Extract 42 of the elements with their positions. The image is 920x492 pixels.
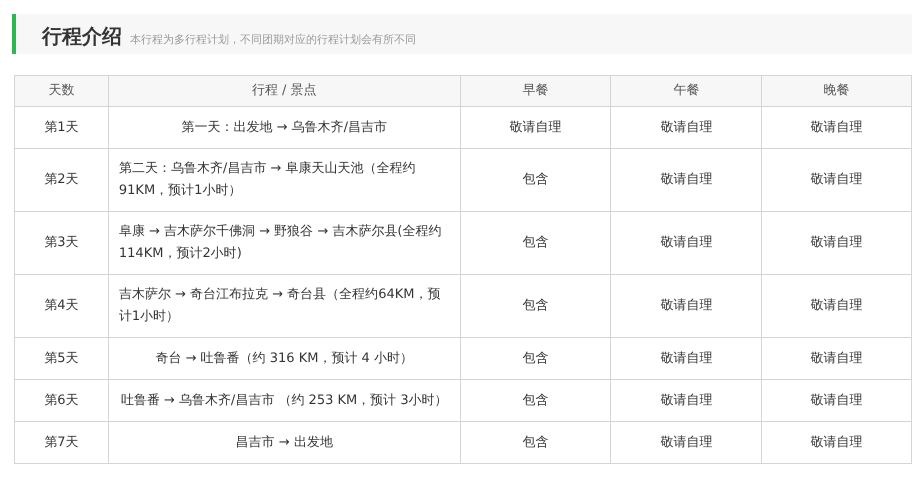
table-cell: 敬请自理 [460,106,611,148]
column-header: 晚餐 [762,76,912,106]
table-cell: 敬请自理 [610,380,762,422]
table-cell: 敬请自理 [610,274,762,338]
column-header: 行程 / 景点 [108,76,460,106]
table-cell: 昌吉市 → 出发地 [108,422,460,464]
column-header: 天数 [14,76,108,106]
table-cell: 包含 [460,338,611,380]
table-cell: 吐鲁番 → 乌鲁木齐/昌吉市 （约 253 KM，预计 3小时） [108,380,460,422]
column-header: 午餐 [610,76,762,106]
table-cell: 第一天：出发地 → 乌鲁木齐/昌吉市 [108,106,460,148]
table-cell: 包含 [460,422,611,464]
table-cell: 敬请自理 [610,106,762,148]
table-cell: 奇台 → 吐鲁番（约 316 KM，预计 4 小时） [108,338,460,380]
table-cell: 第1天 [14,106,108,148]
table-cell: 第6天 [14,380,108,422]
table-cell: 敬请自理 [762,422,912,464]
table-cell: 第7天 [14,422,108,464]
table-cell: 第2天 [14,148,108,212]
table-cell: 包含 [460,380,611,422]
table-cell: 第4天 [14,274,108,338]
table-cell: 敬请自理 [610,148,762,212]
table-cell: 敬请自理 [610,338,762,380]
table-cell: 包含 [460,212,611,274]
table-cell: 敬请自理 [762,106,912,148]
table-cell: 敬请自理 [762,212,912,274]
table-cell: 第二天：乌鲁木齐/昌吉市 → 阜康天山天池（全程约91KM，预计1小时） [108,148,460,212]
table-cell: 敬请自理 [762,338,912,380]
table-cell: 敬请自理 [762,148,912,212]
table-cell: 第5天 [14,338,108,380]
column-header: 早餐 [460,76,611,106]
table-cell: 敬请自理 [610,212,762,274]
table-cell: 包含 [460,274,611,338]
table-cell: 敬请自理 [762,274,912,338]
table-cell: 第3天 [14,212,108,274]
table-cell: 吉木萨尔 → 奇台江布拉克 → 奇台县（全程约64KM，预计1小时） [108,274,460,338]
table-cell: 敬请自理 [610,422,762,464]
table-cell: 包含 [460,148,611,212]
table-cell: 阜康 → 吉木萨尔千佛洞 → 野狼谷 → 吉木萨尔县(全程约114KM，预计2小时) [108,212,460,274]
section-title: 行程介绍 [42,26,122,46]
table-cell: 敬请自理 [762,380,912,422]
section-subtitle: 本行程为多行程计划，不同团期对应的行程计划会有所不同 [130,34,416,46]
